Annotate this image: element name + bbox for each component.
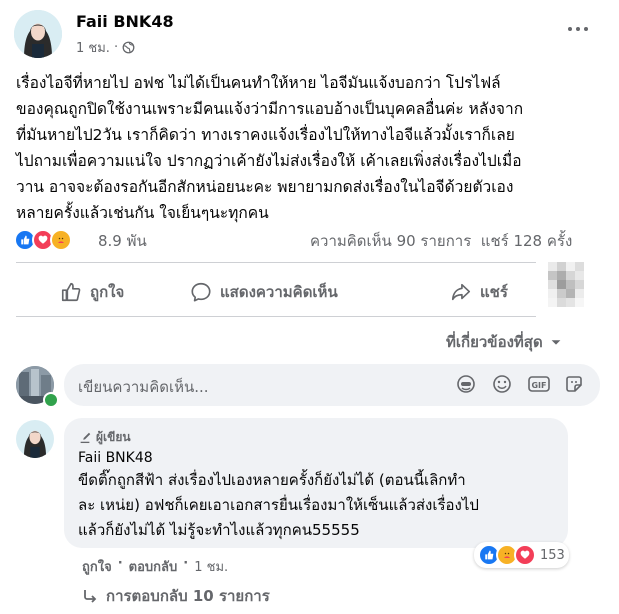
share-button[interactable]: แชร์ [450, 280, 508, 304]
sort-label: ที่เกี่ยวข้องที่สุด [446, 333, 543, 351]
post-time[interactable]: 1 ชม. [76, 37, 110, 58]
like-thumb-icon [60, 281, 82, 303]
like-button[interactable]: ถูกใจ [60, 280, 124, 304]
comment-button-label: แสดงความคิดเห็น [220, 283, 338, 301]
online-status-dot [43, 392, 59, 408]
comment-actions: ถูกใจ · ตอบกลับ · 1 ชม. [82, 556, 229, 577]
post-meta: 1 ชม. · [76, 37, 135, 58]
stats-divider [16, 262, 536, 263]
comment-time[interactable]: 1 ชม. [194, 556, 228, 577]
actions-divider [16, 316, 536, 317]
author-badge: ผู้เขียน [78, 428, 131, 447]
chevron-down-icon [549, 335, 563, 349]
comments-shares-count[interactable]: ความคิดเห็น 90 รายการ แชร์ 128 ครั้ง [310, 229, 572, 253]
blurred-thumbnail [548, 262, 584, 314]
comment-reactions-count: 153 [540, 547, 565, 563]
reaction-icons[interactable] [14, 229, 72, 251]
comment-sort-dropdown[interactable]: ที่เกี่ยวข้องที่สุด [446, 330, 563, 354]
avatar-sticker-icon[interactable] [456, 374, 476, 398]
view-replies-button[interactable]: การตอบกลับ 10 รายการ [82, 584, 270, 608]
author-avatar[interactable] [14, 10, 62, 58]
comment-input-placeholder: เขียนความคิดเห็น... [78, 378, 209, 396]
post-text: เรื่องไอจีที่หายไป อฟช ไม่ได้เป็นคนทำให้… [16, 74, 524, 222]
comment-bubble: ผู้เขียน Faii BNK48 ขีดติ๊กถูกสีฟ้า ส่งเ… [64, 418, 568, 548]
comment-button[interactable]: แสดงความคิดเห็น [190, 280, 338, 304]
author-badge-label: ผู้เขียน [96, 430, 131, 444]
like-button-label: ถูกใจ [90, 283, 125, 301]
comment-bubble-icon [190, 281, 212, 303]
gif-icon[interactable]: GIF [528, 374, 550, 398]
comment-text: ขีดติ๊กถูกสีฟ้า ส่งเรื่องไปเองหลายครั้งก… [78, 471, 479, 539]
comment-reactions[interactable]: 153 [474, 542, 569, 568]
sticker-icon[interactable] [564, 374, 584, 398]
reactions-count[interactable]: 8.9 พัน [98, 229, 147, 253]
emoji-icon[interactable] [492, 374, 512, 398]
comment-reply-button[interactable]: ตอบกลับ [129, 556, 178, 577]
author-badge-icon [78, 431, 92, 445]
care-reaction-icon [50, 229, 72, 251]
more-options-icon[interactable] [568, 24, 592, 34]
comment-like-button[interactable]: ถูกใจ [82, 556, 112, 577]
comment-author-avatar[interactable] [16, 420, 54, 458]
post-author-name[interactable]: Faii BNK48 [76, 12, 174, 31]
view-replies-label: การตอบกลับ 10 รายการ [106, 587, 270, 605]
share-button-label: แชร์ [480, 283, 508, 301]
globe-icon [122, 41, 135, 54]
reply-arrow-icon [82, 588, 98, 604]
svg-text:GIF: GIF [531, 381, 546, 390]
comment-input[interactable]: เขียนความคิดเห็น... GIF [64, 364, 600, 406]
comment-author-name[interactable]: Faii BNK48 [78, 450, 153, 466]
comment-love-reaction-icon [514, 544, 536, 566]
share-arrow-icon [450, 281, 472, 303]
